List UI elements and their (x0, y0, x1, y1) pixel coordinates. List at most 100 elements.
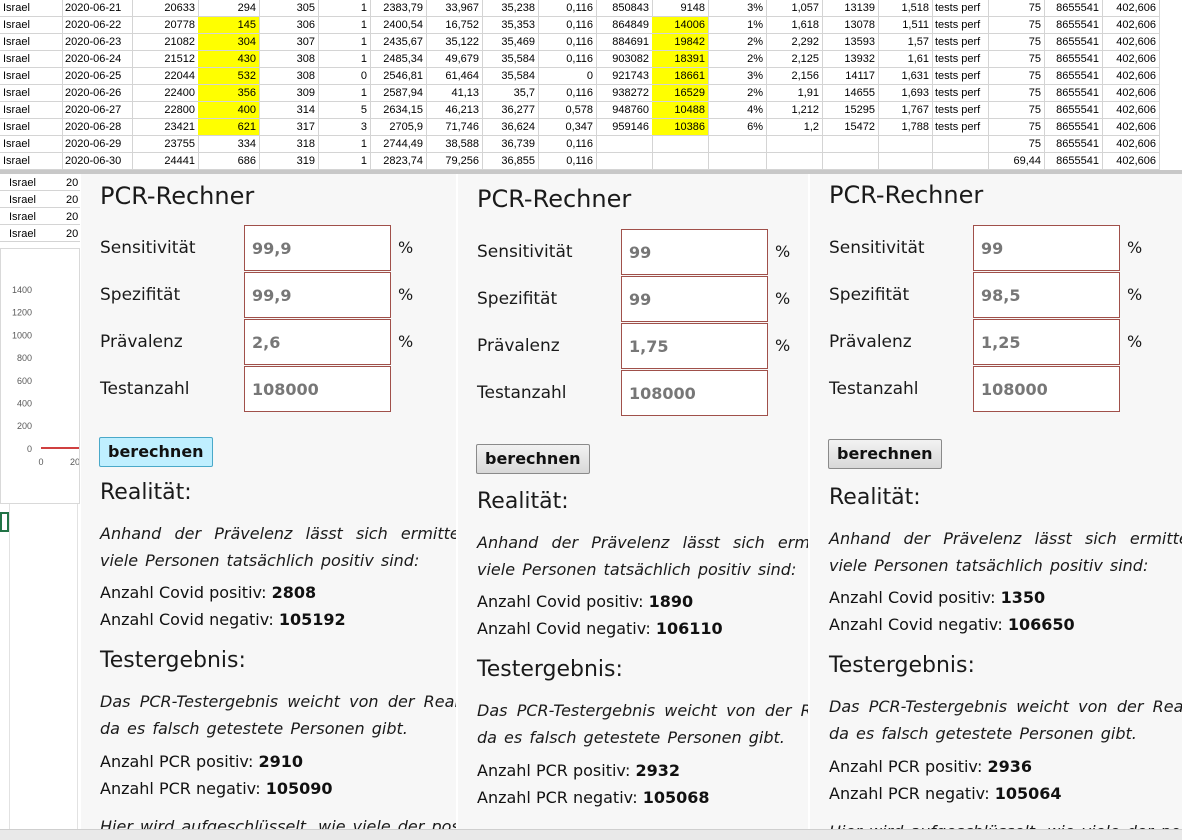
table-cell[interactable]: 1 (318, 34, 371, 51)
table-cell[interactable]: 2823,74 (370, 153, 427, 170)
table-cell[interactable]: 1,767 (878, 102, 933, 119)
table-cell[interactable]: 19842 (652, 34, 709, 51)
table-cell[interactable]: 41,13 (426, 85, 483, 102)
table-cell[interactable]: Israel (0, 17, 63, 34)
table-cell[interactable]: 16,752 (426, 17, 483, 34)
table-cell[interactable]: 35,584 (482, 51, 539, 68)
table-cell[interactable]: 36,739 (482, 136, 539, 153)
table-cell[interactable]: Israel (0, 102, 63, 119)
table-cell[interactable] (766, 136, 823, 153)
table-cell[interactable]: 2020-06-22 (62, 17, 133, 34)
table-cell[interactable]: 532 (198, 68, 260, 85)
table-cell[interactable] (878, 136, 933, 153)
table-cell[interactable]: 8655541 (1044, 102, 1103, 119)
table-cell[interactable]: 1 (318, 85, 371, 102)
table-cell[interactable]: 2587,94 (370, 85, 427, 102)
table-cell[interactable]: Israel (0, 153, 63, 170)
table-cell[interactable]: 22044 (132, 68, 199, 85)
table-cell[interactable]: 621 (198, 119, 260, 136)
table-cell[interactable]: 20 (66, 192, 78, 208)
table-cell[interactable]: tests perf (932, 85, 989, 102)
table-cell[interactable]: 22800 (132, 102, 199, 119)
table-cell[interactable]: 2% (708, 34, 767, 51)
table-cell[interactable]: 0 (318, 68, 371, 85)
table-cell[interactable]: 319 (259, 153, 319, 170)
calculate-button[interactable]: berechnen (99, 437, 213, 467)
table-cell[interactable]: 21082 (132, 34, 199, 51)
table-cell[interactable]: 308 (259, 68, 319, 85)
table-cell[interactable]: 1,788 (878, 119, 933, 136)
table-cell[interactable]: 8655541 (1044, 85, 1103, 102)
table-cell[interactable]: 71,746 (426, 119, 483, 136)
table-cell[interactable]: 9148 (652, 0, 709, 17)
table-cell[interactable]: 1,91 (766, 85, 823, 102)
tests-input[interactable] (973, 366, 1120, 412)
table-cell[interactable]: 20633 (132, 0, 199, 17)
calculate-button[interactable]: berechnen (828, 439, 942, 469)
table-cell[interactable]: 402,606 (1102, 153, 1160, 170)
table-cell[interactable]: 864849 (596, 17, 653, 34)
table-cell[interactable] (708, 136, 767, 153)
table-cell[interactable]: 1,2 (766, 119, 823, 136)
table-cell[interactable]: 2020-06-25 (62, 68, 133, 85)
table-cell[interactable]: 402,606 (1102, 0, 1160, 17)
table-cell[interactable]: 75 (988, 17, 1045, 34)
table-cell[interactable]: 2744,49 (370, 136, 427, 153)
table-cell[interactable]: 0,116 (538, 0, 597, 17)
table-cell[interactable]: 1 (318, 17, 371, 34)
table-cell[interactable]: 16529 (652, 85, 709, 102)
table-cell[interactable]: 430 (198, 51, 260, 68)
table-cell[interactable]: 2,125 (766, 51, 823, 68)
spez-input[interactable] (621, 276, 768, 322)
table-cell[interactable]: 35,7 (482, 85, 539, 102)
table-cell[interactable]: 308 (259, 51, 319, 68)
table-cell[interactable]: 20 (66, 226, 78, 242)
table-cell[interactable]: 145 (198, 17, 260, 34)
table-cell[interactable]: 35,122 (426, 34, 483, 51)
table-cell[interactable]: 24441 (132, 153, 199, 170)
table-cell[interactable]: 8655541 (1044, 136, 1103, 153)
table-cell[interactable]: 3 (318, 119, 371, 136)
table-cell[interactable]: 307 (259, 34, 319, 51)
table-cell[interactable]: 402,606 (1102, 17, 1160, 34)
table-cell[interactable]: 334 (198, 136, 260, 153)
table-cell[interactable]: 402,606 (1102, 85, 1160, 102)
table-cell[interactable]: 948760 (596, 102, 653, 119)
table-cell[interactable]: 0,347 (538, 119, 597, 136)
sens-input[interactable] (973, 225, 1120, 271)
tests-input[interactable] (244, 366, 391, 412)
table-cell[interactable]: Israel (9, 192, 36, 208)
table-cell[interactable]: 2485,34 (370, 51, 427, 68)
table-cell[interactable]: 2,156 (766, 68, 823, 85)
table-cell[interactable]: 10386 (652, 119, 709, 136)
table-cell[interactable]: 8655541 (1044, 17, 1103, 34)
table-cell[interactable]: 1% (708, 17, 767, 34)
table-cell[interactable]: 2400,54 (370, 17, 427, 34)
table-cell[interactable]: 356 (198, 85, 260, 102)
table-cell[interactable]: Israel (0, 136, 63, 153)
table-cell[interactable]: 8655541 (1044, 119, 1103, 136)
table-cell[interactable] (822, 136, 879, 153)
sens-input[interactable] (244, 225, 391, 271)
table-cell[interactable]: 20778 (132, 17, 199, 34)
table-cell[interactable]: 305 (259, 0, 319, 17)
table-cell[interactable]: tests perf (932, 17, 989, 34)
table-cell[interactable]: 402,606 (1102, 51, 1160, 68)
table-cell[interactable]: 2020-06-27 (62, 102, 133, 119)
table-cell[interactable]: 8655541 (1044, 153, 1103, 170)
table-cell[interactable]: 14006 (652, 17, 709, 34)
table-cell[interactable]: 1 (318, 136, 371, 153)
table-cell[interactable]: tests perf (932, 68, 989, 85)
table-cell[interactable]: 75 (988, 136, 1045, 153)
table-cell[interactable]: 8655541 (1044, 68, 1103, 85)
table-cell[interactable]: 21512 (132, 51, 199, 68)
embedded-chart[interactable]: 1400 1200 1000 800 600 400 200 0 0 20 (0, 248, 80, 504)
table-cell[interactable]: 22400 (132, 85, 199, 102)
table-cell[interactable]: 13932 (822, 51, 879, 68)
table-cell[interactable]: 75 (988, 0, 1045, 17)
table-cell[interactable]: 3% (708, 0, 767, 17)
table-cell[interactable]: 2020-06-21 (62, 0, 133, 17)
tests-input[interactable] (621, 370, 768, 416)
table-cell[interactable]: tests perf (932, 0, 989, 17)
table-cell[interactable] (822, 153, 879, 170)
